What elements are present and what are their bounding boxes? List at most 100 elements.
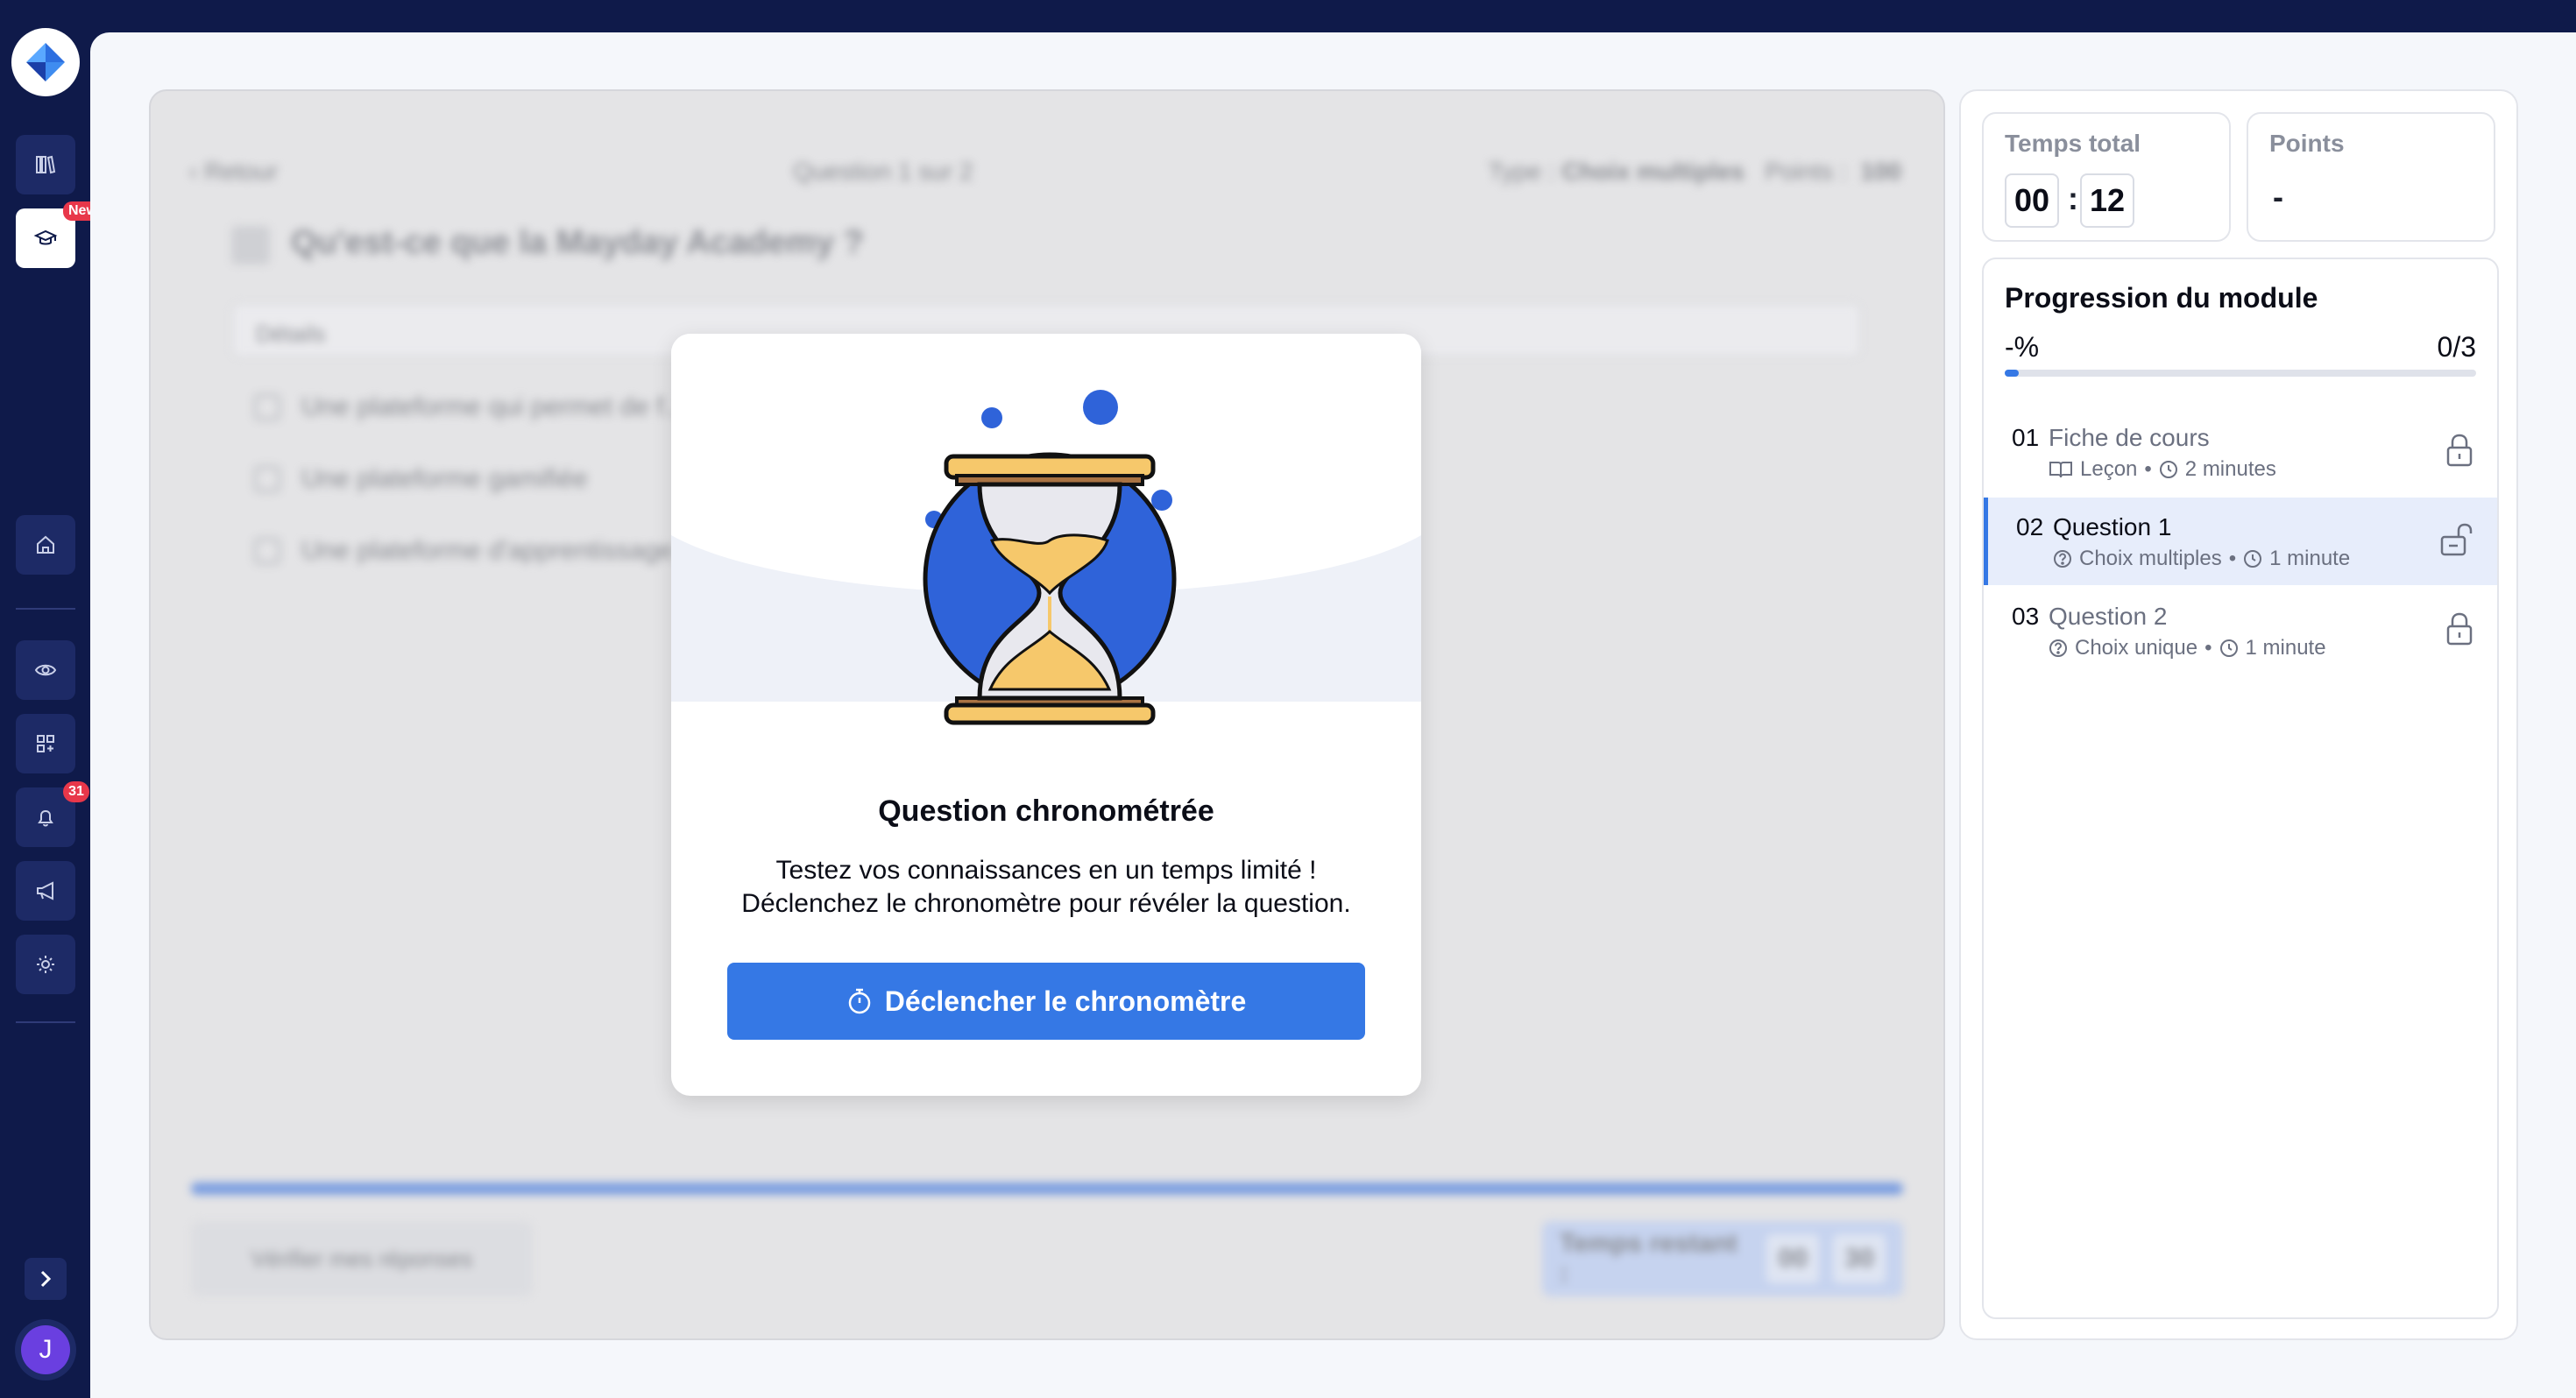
progress-title: Progression du module — [2005, 282, 2318, 314]
lesson-duration: 1 minute — [2245, 636, 2326, 660]
lesson-number: 03 — [2012, 603, 2040, 630]
modal-description-line: Testez vos connaissances en un temps lim… — [775, 856, 1317, 885]
remaining-minutes: 00 — [1766, 1234, 1820, 1283]
clock-icon — [2159, 461, 2177, 478]
question-icon — [2049, 639, 2067, 657]
user-avatar[interactable]: J — [15, 1319, 76, 1380]
lesson-meta: Choix multiples • 1 minute — [2053, 547, 2350, 571]
settings-button[interactable] — [16, 935, 75, 994]
answer-option[interactable]: Une plateforme gamifiée — [254, 464, 588, 494]
lesson-duration: 2 minutes — [2184, 457, 2276, 481]
lesson-title: Question 1 — [2053, 513, 2172, 540]
question-header: ‹ Retour Question 1 sur 2 Type : Choix m… — [189, 154, 1901, 189]
lesson-title: Fiche de cours — [2049, 424, 2210, 451]
total-time-label: Temps total — [2005, 130, 2141, 157]
question-icon — [2054, 550, 2071, 568]
preview-button[interactable] — [16, 640, 75, 700]
remaining-time: Temps restant : 00 30 — [1542, 1221, 1903, 1296]
points-value: - — [2273, 179, 2283, 215]
home-icon — [37, 535, 54, 554]
remaining-seconds: 30 — [1833, 1234, 1886, 1283]
lesson-meta: Leçon • 2 minutes — [2049, 457, 2276, 482]
apps-button[interactable] — [16, 714, 75, 773]
answer-label: Une plateforme qui permet de f... — [301, 392, 686, 421]
library-button[interactable] — [16, 135, 75, 194]
back-link[interactable]: ‹ Retour — [189, 158, 278, 186]
total-time-card: Temps total 00 : 12 — [1982, 112, 2231, 242]
answer-option[interactable]: Une plateforme qui permet de f... — [254, 392, 686, 422]
points-value: 100 — [1860, 158, 1901, 185]
expand-sidebar-button[interactable] — [25, 1258, 67, 1300]
clock-icon — [2219, 639, 2238, 657]
time-separator: : — [2068, 180, 2078, 216]
question-type-icon — [231, 226, 270, 265]
book-icon — [2049, 462, 2072, 478]
clock-icon — [2244, 550, 2262, 568]
eye-icon — [34, 664, 57, 676]
meta-separator: • — [2204, 636, 2212, 660]
lesson-title: Question 2 — [2049, 603, 2168, 630]
unlock-icon — [2440, 523, 2473, 556]
answer-checkbox[interactable] — [254, 394, 280, 420]
modal-description-line: Déclenchez le chronomètre pour révéler l… — [741, 889, 1351, 918]
answer-label: Une plateforme gamifiée — [301, 464, 588, 493]
progress-bar-fill — [2005, 370, 2019, 377]
question-progress-bar — [191, 1183, 1903, 1195]
lock-icon — [2446, 612, 2473, 646]
progress-bar — [2005, 370, 2476, 377]
logo-icon — [26, 43, 65, 81]
gear-icon — [37, 956, 54, 973]
announcements-button[interactable] — [16, 861, 75, 921]
answer-checkbox[interactable] — [254, 538, 280, 564]
remaining-label: Temps restant : — [1560, 1229, 1737, 1288]
app-logo[interactable] — [11, 28, 80, 96]
notification-count-badge: 31 — [63, 781, 89, 802]
lesson-type: Leçon — [2080, 457, 2138, 481]
lesson-type: Choix unique — [2075, 636, 2198, 660]
lesson-meta: Choix unique • 1 minute — [2049, 636, 2326, 660]
megaphone-icon — [37, 881, 53, 900]
module-sidebar: Temps total 00 : 12 Points - Progression… — [1959, 89, 2518, 1340]
module-progress-card: Progression du module -% 0/3 01 Fiche de… — [1982, 258, 2499, 1319]
start-timer-button[interactable]: Déclencher le chronomètre — [727, 963, 1365, 1040]
meta-separator: • — [2228, 547, 2237, 570]
verify-answers-button[interactable]: Vérifier mes réponses — [191, 1221, 533, 1296]
total-time-seconds: 12 — [2080, 173, 2134, 228]
lesson-item[interactable]: 03 Question 2 Choix unique • 1 minute — [1984, 587, 2497, 674]
type-value: Choix multiples — [1561, 158, 1744, 185]
library-icon — [36, 155, 56, 174]
lesson-number: 01 — [2012, 424, 2040, 451]
modal-title: Question chronométrée — [878, 794, 1214, 828]
hourglass-icon — [923, 390, 1177, 725]
points-card: Points - — [2247, 112, 2495, 242]
timed-question-modal: Question chronométrée Testez vos connais… — [671, 334, 1421, 1096]
lesson-duration: 1 minute — [2269, 547, 2351, 570]
type-label: Type : — [1488, 158, 1555, 185]
start-timer-label: Déclencher le chronomètre — [884, 985, 1247, 1017]
back-label: Retour — [204, 158, 279, 185]
total-time-minutes: 00 — [2005, 173, 2059, 228]
points-label: Points : — [1765, 158, 1847, 185]
bell-icon — [38, 809, 53, 827]
apps-icon — [37, 735, 54, 752]
answer-checkbox[interactable] — [254, 466, 280, 492]
progress-percent: -% — [2005, 331, 2040, 363]
lesson-item[interactable]: 02 Question 1 Choix multiples • 1 minute — [1984, 498, 2497, 585]
question-counter: Question 1 sur 2 — [793, 158, 973, 185]
progress-count: 0/3 — [2437, 331, 2476, 363]
stopwatch-icon — [848, 988, 870, 1014]
question-meta: Type : Choix multiples Points : 100 — [1488, 158, 1901, 186]
lesson-number: 02 — [2016, 513, 2044, 540]
answer-label: Une plateforme d'apprentissage... — [301, 536, 696, 565]
sidebar-divider — [16, 1021, 75, 1023]
chevron-right-icon — [40, 1270, 52, 1288]
details-label: Détails — [256, 321, 326, 347]
answer-option[interactable]: Une plateforme d'apprentissage... — [254, 536, 695, 566]
points-label: Points — [2269, 130, 2345, 157]
lesson-type: Choix multiples — [2079, 547, 2222, 570]
graduation-cap-icon — [33, 229, 58, 245]
home-button[interactable] — [16, 515, 75, 575]
lesson-item[interactable]: 01 Fiche de cours Leçon • 2 minutes — [1984, 408, 2497, 496]
modal-description: Testez vos connaissances en un temps lim… — [671, 854, 1421, 921]
question-title: Qu'est-ce que la Mayday Academy ? — [291, 224, 864, 261]
